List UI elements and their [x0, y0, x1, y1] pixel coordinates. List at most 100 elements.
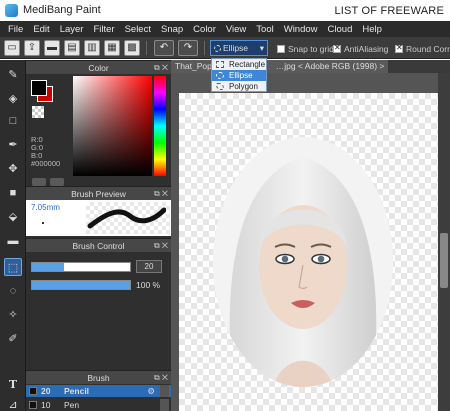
antialiasing-option[interactable]: AntiAliasing [333, 43, 389, 54]
eraser-tool[interactable]: ◈ [4, 90, 22, 108]
brush-control-panel: 20 100 % [26, 252, 171, 370]
color-panel: R:0 G:0 B:0 #000000 [26, 74, 171, 186]
menu-tool[interactable]: Tool [256, 24, 273, 35]
hue-slider[interactable] [154, 76, 166, 176]
gear-icon[interactable]: ⚙ [147, 385, 155, 397]
shape-option-ellipse[interactable]: Ellipse [212, 70, 266, 81]
redo-button[interactable]: ↷ [178, 40, 198, 56]
panel-controls-icon[interactable]: ⧉ ✕ [154, 371, 168, 385]
brush-item-pencil[interactable]: 20 Pencil ⚙ [26, 385, 171, 397]
vertical-scrollbar[interactable] [438, 73, 450, 411]
brush-list-title: Brush [87, 373, 110, 383]
new-file-button[interactable]: ▭ [4, 40, 20, 56]
shape-option-label: Polygon [229, 82, 258, 91]
panel-controls-icon[interactable]: ⧉ ✕ [154, 187, 168, 201]
antialiasing-checkbox[interactable] [333, 43, 341, 53]
round-corners-option[interactable]: Round Corne [395, 43, 450, 54]
brush-item-pen[interactable]: 10 Pen [26, 399, 171, 411]
shape-option-rectangle[interactable]: Rectangle [212, 59, 266, 70]
document-button[interactable]: ▥ [84, 40, 100, 56]
select-pen-tool[interactable]: ✐ [4, 330, 22, 348]
document-tab[interactable]: That_Poppy… …jpg < Adobe RGB (1998) > [171, 60, 389, 73]
lasso-tool[interactable]: ◌ [4, 282, 22, 300]
panel-controls-icon[interactable]: ⧉ ✕ [154, 61, 168, 75]
share-icon: ⇪ [27, 42, 37, 53]
menu-help[interactable]: Help [362, 24, 382, 35]
magic-wand-tool[interactable]: ✧ [4, 306, 22, 324]
undo-button[interactable]: ↶ [154, 40, 174, 56]
brush-color-swatch [29, 401, 37, 409]
menu-window[interactable]: Window [284, 24, 318, 35]
move-tool[interactable]: ✥ [4, 160, 22, 178]
text-tool[interactable]: T [4, 376, 22, 394]
menu-snap[interactable]: Snap [161, 24, 183, 35]
eyedropper-icon: ⊿ [8, 399, 18, 411]
page-button[interactable]: ▦ [104, 40, 120, 56]
menu-layer[interactable]: Layer [60, 24, 84, 35]
transparent-color-swatch[interactable] [32, 106, 44, 118]
brush-tool[interactable]: ✎ [4, 66, 22, 84]
brush-list-header: Brush ⧉ ✕ [26, 370, 171, 384]
grid-button[interactable]: ▩ [124, 40, 140, 56]
hex-value: #000000 [31, 159, 61, 168]
brush-tip-dot [42, 222, 44, 224]
menu-filter[interactable]: Filter [93, 24, 114, 35]
polygon-select-icon [216, 83, 224, 90]
pen-tool[interactable]: ✒ [4, 136, 22, 154]
drawing-canvas[interactable] [179, 93, 438, 411]
brush-list-scroll-up[interactable] [160, 385, 169, 397]
toolbar: ▭ ⇪ ▬ ▤ ▥ ▦ ▩ ↶ ↷ Ellipse ▾ Snap to grid… [0, 37, 450, 59]
menu-cloud[interactable]: Cloud [328, 24, 353, 35]
menu-select[interactable]: Select [125, 24, 151, 35]
shape-option-polygon[interactable]: Polygon [212, 81, 266, 92]
selection-shape-dropdown[interactable]: Ellipse ▾ [210, 40, 268, 56]
brush-size-fill [32, 263, 65, 271]
menu-edit[interactable]: Edit [33, 24, 49, 35]
panel-controls-icon[interactable]: ⧉ ✕ [154, 239, 168, 253]
menu-color[interactable]: Color [193, 24, 216, 35]
fill-rect-tool[interactable]: ■ [4, 184, 22, 202]
app-title: MediBang Paint [23, 4, 101, 16]
bucket-tool[interactable]: ⬙ [4, 208, 22, 226]
redo-icon: ↷ [183, 42, 193, 53]
selection-shape-menu: Rectangle Ellipse Polygon [211, 58, 267, 92]
new-file-icon: ▭ [7, 42, 17, 53]
share-button[interactable]: ⇪ [24, 40, 40, 56]
vertical-scroll-thumb[interactable] [440, 233, 448, 288]
gradient-tool[interactable]: ▬ [4, 232, 22, 250]
brush-list-scroll-down[interactable] [160, 399, 169, 411]
brush-name: Pen [64, 400, 80, 410]
brush-size-label: 7.05mm [31, 203, 60, 212]
color-palette-button[interactable] [50, 178, 64, 186]
antialiasing-label: AntiAliasing [344, 44, 389, 54]
comment-button[interactable]: ▬ [44, 40, 60, 56]
document-color-profile: …jpg < Adobe RGB (1998) > [275, 61, 385, 71]
round-corners-label: Round Corne [406, 44, 450, 54]
shape-option-label: Ellipse [229, 71, 253, 80]
color-mode-button[interactable] [32, 178, 46, 186]
magic-wand-icon: ✧ [8, 309, 18, 321]
saturation-value-picker[interactable] [73, 76, 152, 176]
document-icon: ▥ [87, 42, 97, 53]
canvas-area: That_Poppy… …jpg < Adobe RGB (1998) > [171, 60, 450, 411]
snap-to-grid-option[interactable]: Snap to grid [277, 44, 334, 54]
comment-icon: ▬ [47, 42, 57, 53]
brush-preview-header: Brush Preview ⧉ ✕ [26, 186, 171, 200]
medibang-logo-icon [5, 4, 18, 17]
eyedropper-tool[interactable]: ⊿ [4, 396, 22, 411]
portrait-illustration [213, 137, 393, 387]
brush-size-input[interactable]: 20 [136, 260, 162, 273]
snap-to-grid-checkbox[interactable] [277, 45, 285, 53]
panel-button[interactable]: ▤ [64, 40, 80, 56]
select-rect-tool[interactable]: ⬚ [4, 258, 22, 276]
menu-view[interactable]: View [226, 24, 246, 35]
menu-bar: File Edit Layer Filter Select Snap Color… [0, 21, 450, 37]
toolbar-divider [146, 41, 147, 55]
opacity-slider[interactable] [31, 280, 131, 290]
rect-tool[interactable]: □ [4, 112, 22, 130]
rectangle-select-icon [216, 61, 224, 68]
round-corners-checkbox[interactable] [395, 43, 403, 53]
foreground-color-swatch[interactable] [31, 80, 47, 96]
menu-file[interactable]: File [8, 24, 23, 35]
brush-size-slider[interactable] [31, 262, 131, 272]
